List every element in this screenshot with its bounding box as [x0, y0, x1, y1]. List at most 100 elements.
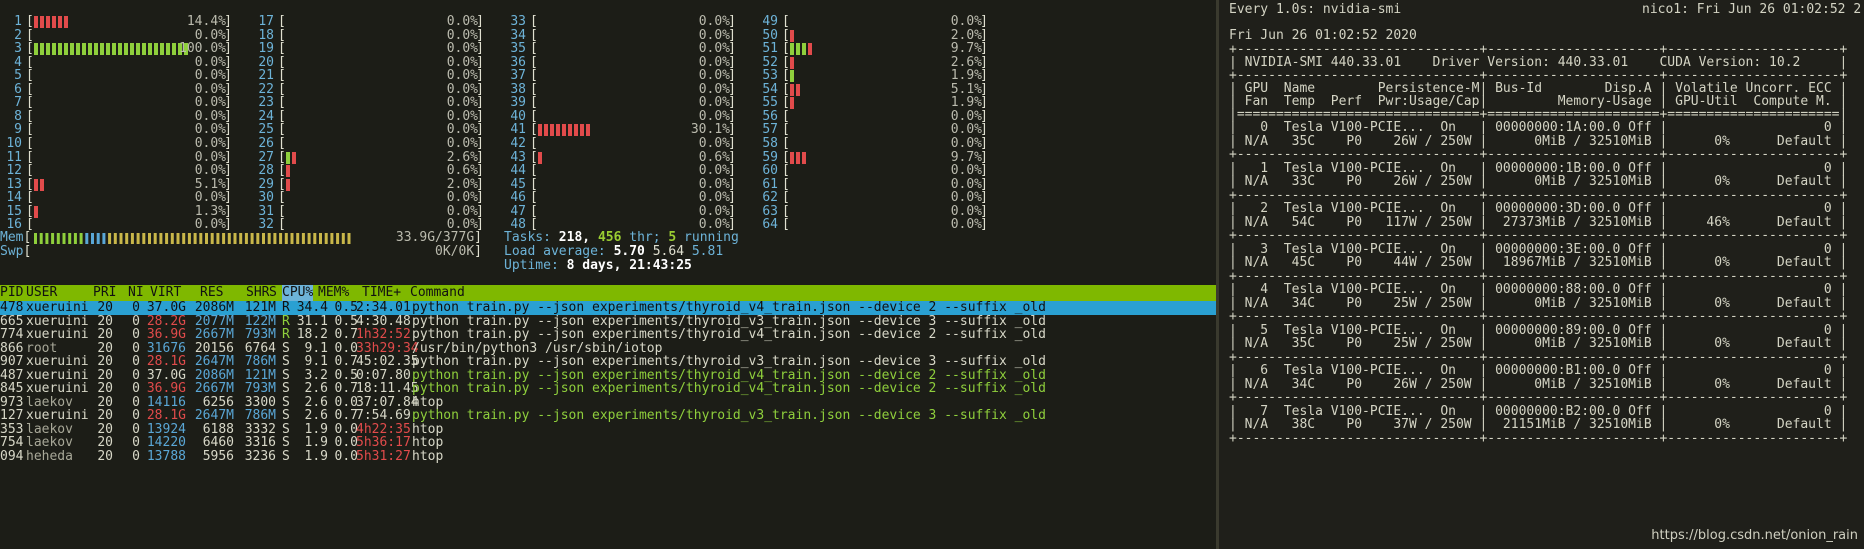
process-pri: 20: [97, 367, 113, 383]
cpu-bar-tick: [40, 178, 44, 191]
swap-label: Swp: [0, 244, 24, 259]
process-mem: 0.0: [334, 421, 358, 437]
cpu-bar-tick: [34, 43, 38, 56]
cpu-bar-tick: [790, 151, 794, 164]
process-row[interactable]: 754 laekov 20 0 14220 6460 3316 S 1.9 0.0 5h36:17 h…: [0, 436, 1216, 450]
memory-bar-tick: [62, 233, 66, 244]
cpu-usage-bar: [790, 70, 796, 83]
memory-bar-tick: [336, 233, 340, 244]
process-ni: 0: [132, 408, 140, 423]
memory-bar: [34, 233, 356, 244]
process-shr: 121M: [244, 367, 276, 383]
memory-bar-tick: [284, 233, 288, 244]
process-row[interactable]: 907 xueruini 20 0 28.1G 2647M 786M S 9.1 0.7 45:02…: [0, 355, 1216, 369]
process-pri: 20: [97, 313, 113, 329]
column-header-s[interactable]: S: [269, 285, 277, 301]
process-row[interactable]: 665 xueruini 20 0 28.2G 2077M 122M R 31.1 0.5 4:30…: [0, 313, 1216, 329]
process-row[interactable]: 845 xueruini 20 0 36.9G 2667M 793M S 2.6 0.7 18:11…: [0, 382, 1216, 396]
cpu-meter-64: 64[0.0%]: [756, 217, 988, 233]
column-header-res[interactable]: RES: [200, 285, 223, 301]
process-ni: 0: [132, 340, 140, 356]
column-header-shr[interactable]: SHR: [246, 285, 269, 301]
process-shr: 3300: [244, 394, 276, 410]
process-virt: 37.0G: [146, 367, 186, 383]
memory-bar-tick: [68, 233, 72, 244]
memory-bar-tick: [307, 233, 311, 244]
process-pid: 478: [0, 300, 24, 315]
memory-bar-tick: [273, 233, 277, 244]
process-res: 20156: [194, 340, 234, 356]
cpu-usage-bar: [34, 205, 40, 218]
cpu-bar-tick: [796, 43, 800, 56]
memory-bar-tick: [301, 233, 305, 244]
table-rule: +-------------------------------+-------…: [1229, 430, 1848, 446]
process-row[interactable]: 774 xueruini 20 0 36.9G 2667M 793M R 18.2 0.7 1h32…: [0, 328, 1216, 342]
column-header-time[interactable]: TIME+: [362, 285, 401, 301]
cpu-bar-tick: [802, 43, 806, 56]
cpu-bar-tick: [130, 43, 134, 56]
column-header-ni[interactable]: NI: [128, 285, 144, 301]
process-cmd: python train.py --json experiments/thyro…: [412, 300, 1046, 315]
column-header-command[interactable]: Command: [410, 285, 465, 301]
cpu-bar-tick: [790, 97, 794, 110]
process-table-header[interactable]: PID USER PRI NI VIRT RES SHR S CPU% MEM% TIME+ Comm…: [0, 285, 1216, 301]
process-row[interactable]: 094 heheda 20 0 13788 5956 3236 S 1.9 0.0 5h31:27 h…: [0, 448, 1216, 464]
cpu-bar-tick: [88, 43, 92, 56]
process-virt: 28.2G: [146, 313, 186, 329]
cpu-bar-tick: [136, 43, 140, 56]
process-time: 1h32:52: [356, 327, 411, 342]
cpu-usage-bar: [286, 151, 298, 164]
process-pid: 094: [0, 448, 24, 464]
process-shr: 121M: [244, 300, 276, 315]
column-header-virt[interactable]: VIRT: [150, 285, 181, 301]
memory-bar-tick: [222, 233, 226, 244]
column-header-cpu[interactable]: CPU%: [282, 285, 314, 301]
cpu-bar-tick: [34, 178, 38, 191]
memory-bar-tick: [130, 233, 134, 244]
process-user: xueruini: [26, 300, 89, 315]
memory-bar-tick: [165, 233, 169, 244]
process-res: 2077M: [194, 313, 234, 329]
cpu-bar-tick: [550, 124, 554, 137]
cpu-bar-tick: [64, 16, 68, 28]
process-row[interactable]: 353 laekov 20 0 13924 6188 3332 S 1.9 0.0 4h22:35 h…: [0, 421, 1216, 437]
process-time: 4h22:35: [356, 421, 411, 437]
cpu-bar-tick: [538, 151, 542, 164]
process-row[interactable]: 866 root 20 0 31676 20156 6764 S 9.1 0.0 33h29:34/…: [0, 340, 1216, 356]
process-row[interactable]: 487 xueruini 20 0 37.0G 2086M 121M S 3.2 0.5 0:07.…: [0, 367, 1216, 383]
cpu-bar-tick: [172, 43, 176, 56]
process-time: 37:07.84: [356, 394, 419, 410]
process-pri: 20: [97, 408, 113, 423]
process-virt: 36.9G: [146, 381, 186, 396]
process-row[interactable]: 478 xueruini 20 0 37.0G 2086M 121M R 34.4 0.5 2:34…: [0, 301, 1216, 315]
process-virt: 14220: [146, 435, 186, 450]
cpu-usage-bar: [790, 151, 808, 164]
process-pri: 20: [97, 340, 113, 356]
process-shr: 6764: [244, 340, 276, 356]
column-header-user[interactable]: USER: [26, 285, 57, 301]
uptime-line: Uptime: 8 days, 21:43:25: [504, 258, 692, 273]
process-time: 2:34.01: [356, 300, 411, 315]
process-cmd: htop: [412, 394, 444, 410]
process-ni: 0: [132, 300, 140, 315]
process-row[interactable]: 127 xueruini 20 0 28.1G 2647M 786M S 2.6 0.7 7:54.…: [0, 409, 1216, 423]
process-row[interactable]: 973 laekov 20 0 14116 6256 3300 S 2.6 0.0 37:07.84…: [0, 394, 1216, 410]
cpu-bar-tick: [124, 43, 128, 56]
process-shr: 3332: [244, 421, 276, 437]
memory-bar-tick: [199, 233, 203, 244]
cpu-usage-bar: [34, 43, 190, 56]
memory-bar-tick: [313, 233, 317, 244]
column-header-pri[interactable]: PRI: [93, 285, 116, 301]
cpu-bar-tick: [70, 43, 74, 56]
cpu-bar-tick: [118, 43, 122, 56]
memory-bar-tick: [353, 233, 356, 244]
process-shr: 786M: [244, 354, 276, 369]
process-pri: 20: [97, 394, 113, 410]
process-ni: 0: [132, 448, 140, 464]
memory-bar-tick: [210, 233, 214, 244]
column-header-pid[interactable]: PID: [0, 285, 23, 301]
memory-bar-tick: [319, 233, 322, 244]
cpu-bar-tick: [292, 151, 296, 164]
column-header-mem[interactable]: MEM%: [318, 285, 349, 301]
memory-bar-tick: [34, 233, 37, 244]
